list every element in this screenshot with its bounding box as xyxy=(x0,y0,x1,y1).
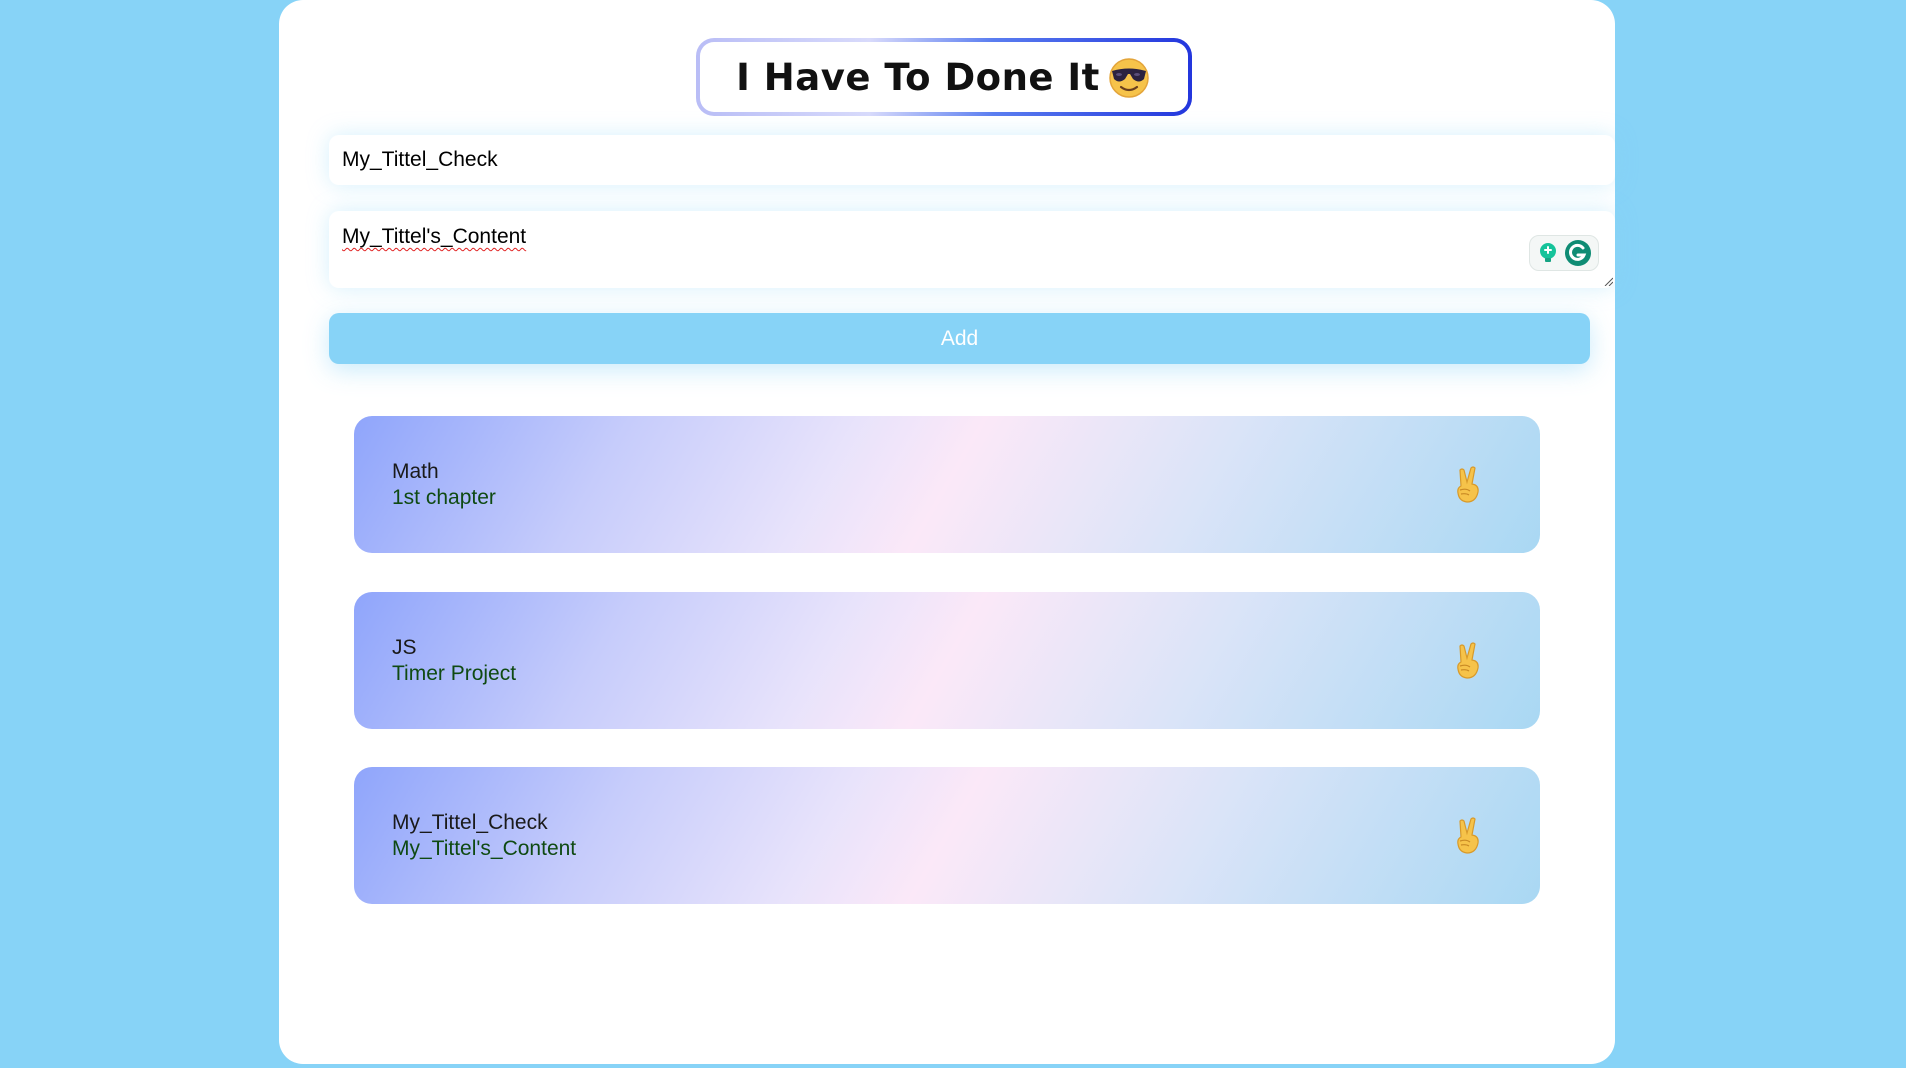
note-card: JS Timer Project xyxy=(354,592,1540,729)
note-title: JS xyxy=(392,636,417,659)
grammarly-icon[interactable] xyxy=(1564,239,1592,267)
app-header: I Have To Done It xyxy=(696,38,1192,116)
grammarly-widget[interactable] xyxy=(1529,235,1599,271)
note-card: My_Tittel_Check My_Tittel's_Content xyxy=(354,767,1540,904)
content-textarea-text: My_Tittel's_Content xyxy=(342,225,527,248)
note-content: My_Tittel's_Content xyxy=(392,837,577,860)
victory-hand-icon[interactable] xyxy=(1452,817,1486,855)
app-card: I Have To Done It My_Tittel's_Content xyxy=(279,0,1615,1064)
title-input[interactable] xyxy=(329,135,1615,185)
smiling-face-with-sunglasses-icon xyxy=(1109,58,1149,98)
resize-handle-icon[interactable] xyxy=(1603,276,1613,286)
content-textarea[interactable]: My_Tittel's_Content xyxy=(329,211,1615,288)
add-button[interactable]: Add xyxy=(329,313,1590,364)
note-title: Math xyxy=(392,460,439,483)
victory-hand-icon[interactable] xyxy=(1452,466,1486,504)
note-card: Math 1st chapter xyxy=(354,416,1540,553)
note-title: My_Tittel_Check xyxy=(392,811,548,834)
lightbulb-icon[interactable] xyxy=(1536,241,1560,265)
app-title: I Have To Done It xyxy=(736,55,1100,99)
app-header-inner: I Have To Done It xyxy=(700,42,1188,112)
note-content: Timer Project xyxy=(392,662,517,685)
note-content: 1st chapter xyxy=(392,486,496,509)
victory-hand-icon[interactable] xyxy=(1452,642,1486,680)
